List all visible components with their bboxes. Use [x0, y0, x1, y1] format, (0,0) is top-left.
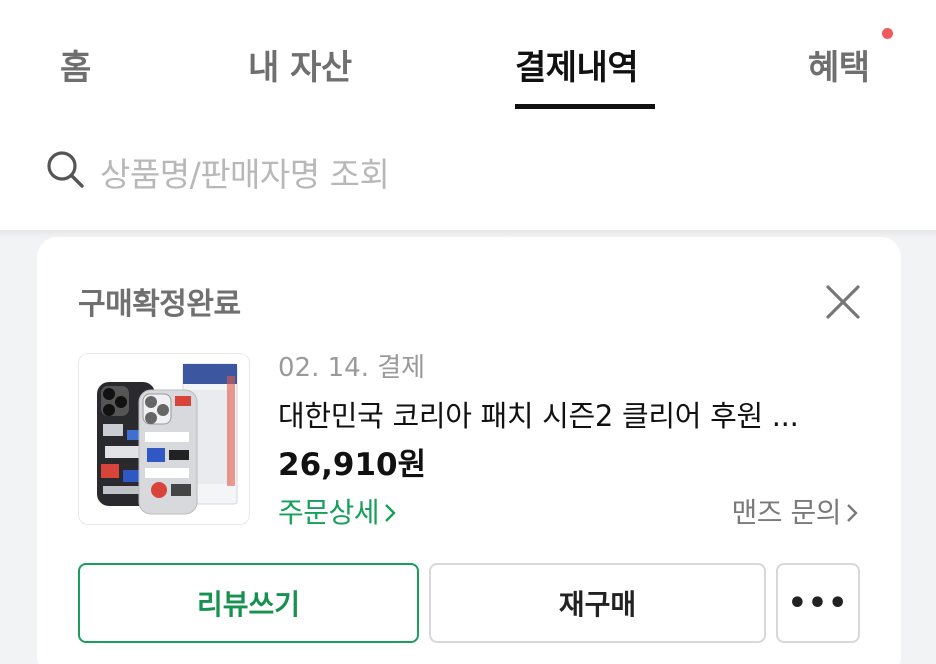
payment-date: 02. 14. 결제: [278, 353, 426, 383]
rebuy-button[interactable]: 재구매: [429, 563, 766, 643]
search-bar[interactable]: 상품명/판매자명 조회: [40, 142, 900, 202]
close-icon[interactable]: [823, 282, 863, 322]
order-detail-link[interactable]: 주문상세: [278, 491, 397, 531]
write-review-button[interactable]: 리뷰쓰기: [78, 563, 419, 643]
tab-payment-history[interactable]: 결제내역: [515, 40, 639, 89]
seller-inquiry-label: 맨즈 문의: [731, 496, 842, 529]
seller-inquiry-link[interactable]: 맨즈 문의: [732, 491, 859, 531]
order-detail-label: 주문상세: [278, 496, 380, 529]
search-icon: [47, 151, 84, 188]
more-options-button[interactable]: •••: [776, 563, 860, 643]
order-card: 구매확정완료 02. 14. 결제 대한민국 코리아 패치 시즌2 클리어 후원…: [37, 237, 901, 664]
tab-home[interactable]: 홈: [60, 40, 91, 89]
product-price: 26,910원: [278, 447, 427, 483]
tab-benefits[interactable]: 혜택: [808, 40, 870, 89]
product-name[interactable]: 대한민국 코리아 패치 시즌2 클리어 후원 ...: [278, 393, 838, 435]
chevron-right-icon: [385, 504, 396, 522]
active-tab-indicator: [515, 104, 655, 109]
tab-my-assets[interactable]: 내 자산: [248, 40, 352, 89]
order-status: 구매확정완료: [78, 287, 241, 322]
notification-dot: [882, 28, 893, 39]
chevron-right-icon: [847, 504, 858, 522]
search-input[interactable]: 상품명/판매자명 조회: [100, 148, 390, 196]
phone-case-image: [97, 363, 238, 515]
top-bar: 홈 내 자산 결제내역 혜택 상품명/판매자명 조회: [0, 0, 936, 230]
product-thumbnail[interactable]: [78, 353, 250, 525]
